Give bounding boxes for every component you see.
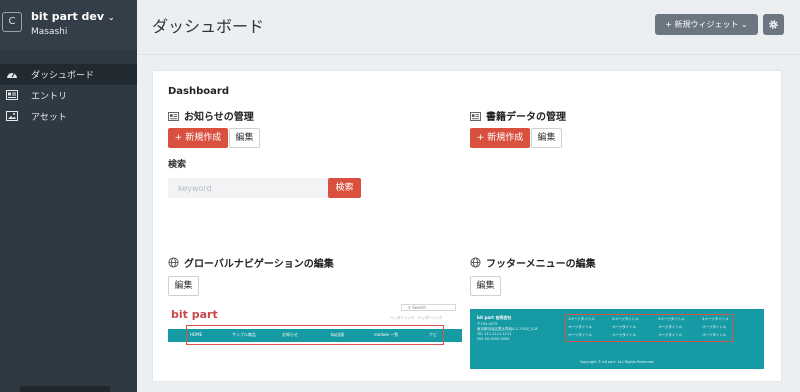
globe-icon xyxy=(168,257,179,268)
news-edit-button[interactable]: 編集 xyxy=(229,128,260,148)
address-line: FAX 00-0000-0000 xyxy=(477,337,510,341)
editable-region-outline xyxy=(565,314,733,342)
entry-card-icon xyxy=(470,112,481,121)
preview-search-box: ⚲ Search xyxy=(401,304,456,311)
footer-menu-widget-title: フッターメニューの編集 xyxy=(470,255,596,270)
new-widget-label: 新規ウィジェット xyxy=(674,20,739,29)
sidebar-footer xyxy=(20,386,110,392)
search-label: 検索 xyxy=(168,160,187,170)
entry-card-icon xyxy=(168,112,179,121)
globe-icon xyxy=(470,257,481,268)
chevron-down-icon: ⌄ xyxy=(107,13,115,22)
panel-title: Dashboard xyxy=(168,86,229,97)
plus-icon: + xyxy=(665,20,672,29)
sidebar-item-label: エントリ xyxy=(31,92,68,102)
header-divider xyxy=(137,54,800,55)
image-icon xyxy=(6,111,18,121)
books-edit-button[interactable]: 編集 xyxy=(531,128,562,148)
editable-region-outline xyxy=(186,325,444,345)
global-nav-preview: bit part ⚲ Search ヘッダーリンク ヘッダーリンク HOME サ… xyxy=(168,304,462,352)
entry-card-icon xyxy=(6,90,18,100)
books-new-button[interactable]: + 新規作成 xyxy=(470,128,530,148)
site-logo: C xyxy=(2,12,22,32)
dashboard-panel: Dashboard お知らせの管理 + 新規作成 編集 検索 検索 書籍データの… xyxy=(152,70,782,382)
user-name: Masashi xyxy=(31,27,68,37)
news-widget-title: お知らせの管理 xyxy=(168,108,254,123)
preview-search-text: Search xyxy=(412,305,426,310)
news-title-text: お知らせの管理 xyxy=(184,112,254,123)
plus-icon: + xyxy=(174,133,186,143)
preview-company-address: 〒150-0075 東京都渋谷区恵比寿南4-2-7 KSビル2F TEL 111… xyxy=(477,322,538,342)
books-new-label: 新規作成 xyxy=(487,133,524,143)
page-title: ダッシュボード xyxy=(152,17,265,36)
preview-header-link: ヘッダーリンク xyxy=(390,316,415,320)
dashboard-icon xyxy=(7,72,17,78)
sidebar: C bit part dev ⌄ Masashi ダッシュボード エントリ アセ… xyxy=(0,0,137,392)
books-title-text: 書籍データの管理 xyxy=(486,112,566,123)
settings-button[interactable] xyxy=(763,14,784,35)
news-new-button[interactable]: + 新規作成 xyxy=(168,128,228,148)
plus-icon: + xyxy=(476,133,488,143)
global-nav-widget-title: グローバルナビゲーションの編集 xyxy=(168,255,334,270)
books-widget-title: 書籍データの管理 xyxy=(470,108,566,123)
footer-menu-edit-button[interactable]: 編集 xyxy=(470,276,501,296)
sidebar-item-label: アセット xyxy=(31,113,67,123)
sidebar-item-asset[interactable]: アセット xyxy=(0,106,137,127)
preview-copyright: Copyright © bit part. ALL Rights Reserve… xyxy=(579,360,655,364)
search-input[interactable] xyxy=(168,178,328,198)
sidebar-item-entry[interactable]: エントリ xyxy=(0,85,137,106)
chevron-down-icon: ⌄ xyxy=(741,20,748,29)
news-new-label: 新規作成 xyxy=(185,133,222,143)
new-widget-button[interactable]: + 新規ウィジェット ⌄ xyxy=(655,14,758,35)
site-switcher[interactable]: C bit part dev ⌄ Masashi xyxy=(0,0,137,50)
gear-icon xyxy=(769,20,778,29)
search-button[interactable]: 検索 xyxy=(328,178,361,198)
footer-menu-title-text: フッターメニューの編集 xyxy=(486,259,596,270)
preview-header-link: ヘッダーリンク xyxy=(417,316,443,320)
sidebar-item-label: ダッシュボード xyxy=(31,71,95,81)
global-nav-title-text: グローバルナビゲーションの編集 xyxy=(184,259,334,270)
preview-header-links: ヘッダーリンク ヘッダーリンク xyxy=(390,316,442,321)
global-nav-edit-button[interactable]: 編集 xyxy=(168,276,199,296)
sidebar-item-dashboard[interactable]: ダッシュボード xyxy=(0,64,137,85)
site-name: bit part dev xyxy=(31,10,105,23)
footer-menu-preview: bit part 合同会社 〒150-0075 東京都渋谷区恵比寿南4-2-7 … xyxy=(470,309,764,369)
preview-company-name: bit part 合同会社 xyxy=(477,315,512,320)
preview-logo: bit part xyxy=(171,308,218,321)
